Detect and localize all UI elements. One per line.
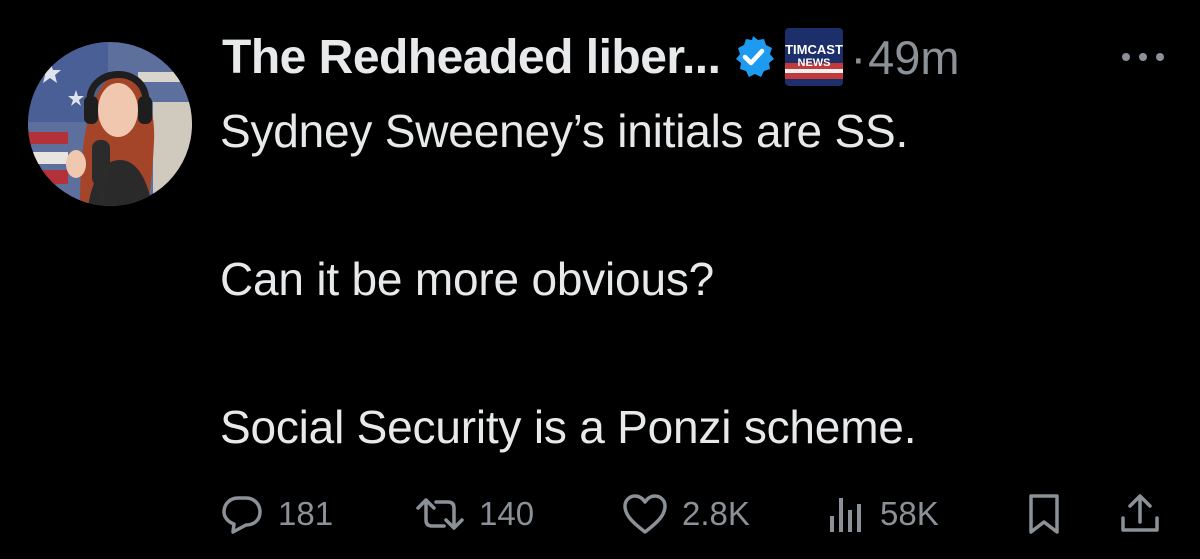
tweet[interactable]: The Redheaded liber... TIMCAST NEWS · 49… bbox=[0, 0, 1200, 559]
verified-badge-icon[interactable] bbox=[730, 34, 776, 80]
timestamp[interactable]: 49m bbox=[868, 30, 959, 85]
more-icon[interactable] bbox=[1116, 45, 1170, 69]
share-button[interactable] bbox=[1118, 484, 1162, 544]
badge-text-line-2: NEWS bbox=[798, 57, 831, 69]
like-count: 2.8K bbox=[682, 495, 750, 532]
tweet-header: The Redheaded liber... TIMCAST NEWS · 49… bbox=[222, 22, 960, 92]
badge-text-line-1: TIMCAST bbox=[786, 42, 844, 57]
tweet-text-line: Sydney Sweeney’s initials are SS. bbox=[220, 105, 909, 157]
reply-button[interactable]: 181 bbox=[220, 484, 333, 544]
repost-count: 140 bbox=[479, 495, 535, 532]
like-button[interactable]: 2.8K bbox=[622, 484, 750, 544]
share-icon bbox=[1121, 494, 1159, 532]
reply-icon bbox=[222, 496, 262, 534]
display-name[interactable]: The Redheaded liber... bbox=[222, 30, 721, 85]
repost-button[interactable]: 140 bbox=[415, 484, 534, 544]
avatar[interactable] bbox=[28, 42, 192, 206]
views-button[interactable]: 58K bbox=[826, 484, 939, 544]
views-icon bbox=[830, 498, 861, 532]
affiliation-badge-icon[interactable]: TIMCAST NEWS bbox=[784, 27, 844, 87]
action-bar: 181 140 2.8K 58K bbox=[0, 484, 1200, 544]
repost-icon bbox=[416, 498, 464, 530]
reply-count: 181 bbox=[278, 495, 334, 532]
tweet-text-line: Can it be more obvious? bbox=[220, 253, 715, 305]
avatar-image bbox=[28, 42, 192, 206]
bookmark-icon bbox=[1029, 494, 1059, 534]
like-icon bbox=[623, 494, 667, 534]
timestamp-separator: · bbox=[850, 30, 867, 84]
views-count: 58K bbox=[880, 495, 939, 532]
bookmark-button[interactable] bbox=[1026, 484, 1062, 544]
tweet-text-line: Social Security is a Ponzi scheme. bbox=[220, 401, 917, 453]
